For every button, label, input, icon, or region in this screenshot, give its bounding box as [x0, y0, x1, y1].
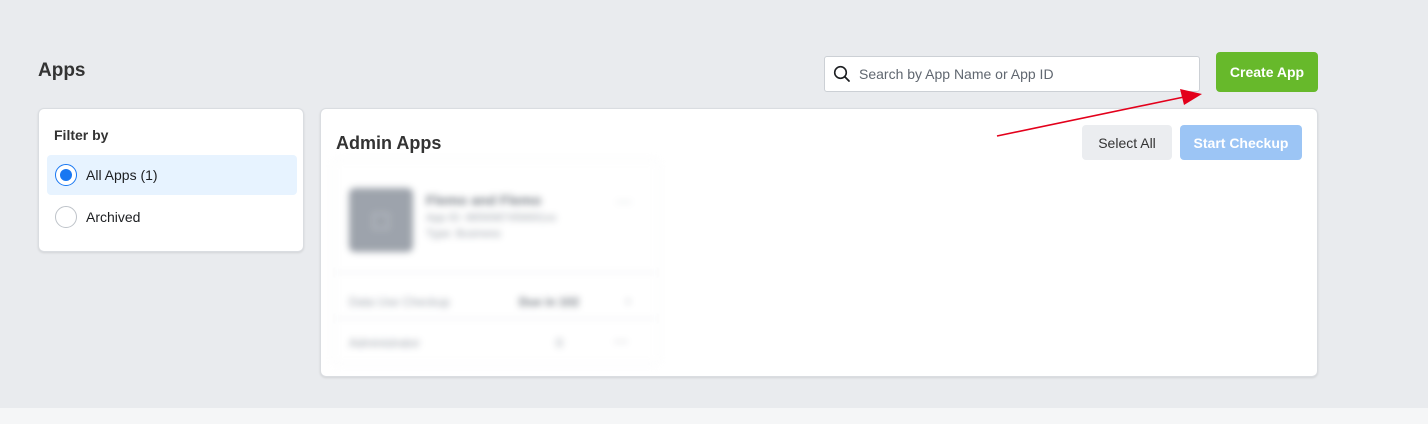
app-type: Type: Business — [426, 228, 501, 240]
filter-option-archived[interactable]: Archived — [47, 197, 297, 237]
more-options-icon[interactable]: ⋯ — [614, 333, 628, 350]
filter-option-label: Archived — [86, 209, 141, 225]
more-options-icon[interactable]: ⋯ — [616, 192, 636, 211]
search-box[interactable] — [824, 56, 1200, 92]
filter-panel: Filter by All Apps (1) Archived — [38, 108, 304, 252]
app-card[interactable]: □ Flemo and Flemo App ID: 8856987456691x… — [333, 159, 659, 365]
divider — [334, 318, 658, 319]
page-title: Apps — [38, 60, 86, 81]
checkup-label: Data Use Checkup — [349, 295, 450, 309]
section-title: Admin Apps — [336, 133, 442, 153]
select-all-button[interactable]: Select All — [1082, 125, 1172, 160]
radio-unchecked-icon[interactable] — [55, 206, 77, 228]
start-checkup-button[interactable]: Start Checkup — [1180, 125, 1302, 160]
search-icon — [825, 57, 859, 91]
app-thumbnail: □ — [349, 188, 413, 252]
app-placeholder-icon: □ — [373, 204, 389, 235]
chevron-right-icon[interactable]: › — [626, 293, 630, 308]
admin-count: 0 — [556, 336, 563, 350]
page-footer-strip — [0, 408, 1428, 424]
radio-checked-icon[interactable] — [55, 164, 77, 186]
search-input[interactable] — [859, 59, 1199, 89]
app-id: App ID: 8856987456691xx — [426, 212, 557, 224]
filter-option-label: All Apps (1) — [86, 167, 158, 183]
checkup-status: Due in 102 — [519, 295, 580, 309]
filter-option-all-apps[interactable]: All Apps (1) — [47, 155, 297, 195]
divider — [334, 272, 658, 273]
admin-apps-panel: Admin Apps Select All Start Checkup □ Fl… — [320, 108, 1318, 377]
app-name: Flemo and Flemo — [426, 192, 542, 208]
admin-label: Administrator — [349, 336, 420, 350]
filter-title: Filter by — [54, 127, 109, 143]
create-app-button[interactable]: Create App — [1216, 52, 1318, 92]
